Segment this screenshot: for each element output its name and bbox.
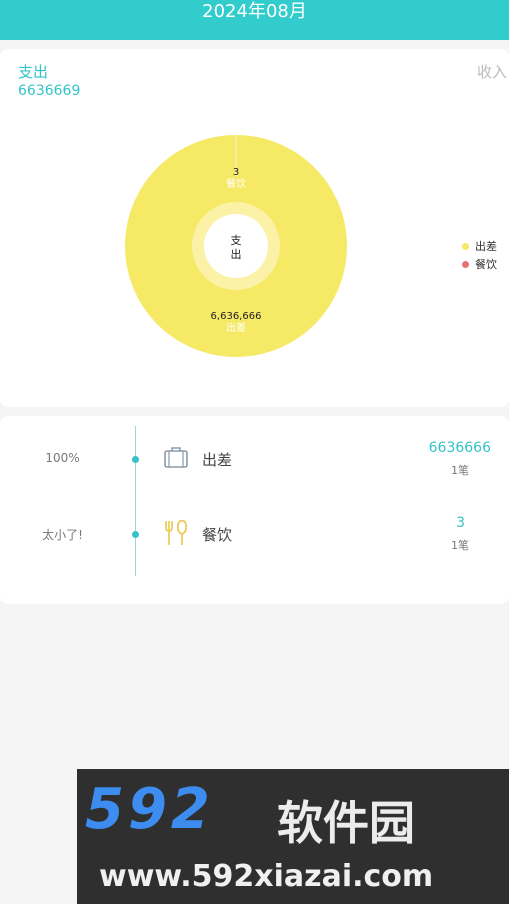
category-list-card: 100% 出差 6636666 1笔 太小了! 餐饮 3 1笔 xyxy=(0,416,509,604)
list-item[interactable]: 100% 出差 6636666 1笔 xyxy=(0,438,509,478)
chart-card: 支出 6636669 收入 支 出 3 餐饮 6,636,666 出差 出差 餐… xyxy=(0,49,509,407)
donut-chart: 支 出 3 餐饮 6,636,666 出差 xyxy=(125,135,347,357)
category-name: 出差 xyxy=(202,451,233,469)
suitcase-icon xyxy=(164,447,188,468)
list-item[interactable]: 太小了! 餐饮 3 1笔 xyxy=(0,513,509,553)
legend-dot-icon xyxy=(462,242,469,250)
legend-label: 出差 xyxy=(475,240,497,253)
slice-label-chuchai: 出差 xyxy=(226,321,246,334)
category-amount: 3 xyxy=(456,515,465,531)
category-count: 1笔 xyxy=(451,539,469,552)
slice-label-canyin: 餐饮 xyxy=(226,177,246,190)
legend-item-canyin[interactable]: 餐饮 xyxy=(462,255,497,273)
utensils-icon xyxy=(165,520,187,545)
legend-label: 餐饮 xyxy=(475,258,497,271)
watermark-banner: 592 软件园 www.592xiazai.com xyxy=(77,769,509,904)
timeline-dot xyxy=(132,456,139,463)
center-label-2: 出 xyxy=(231,247,242,261)
watermark-logo: 592 xyxy=(85,777,214,842)
center-label-1: 支 xyxy=(231,234,242,247)
chart-legend: 出差 餐饮 xyxy=(462,237,497,273)
category-amount: 6636666 xyxy=(428,440,491,456)
category-count: 1笔 xyxy=(451,464,469,477)
percent-label: 太小了! xyxy=(42,528,83,542)
slice-value-chuchai: 6,636,666 xyxy=(211,311,262,322)
watermark-url: www.592xiazai.com xyxy=(99,859,434,894)
percent-label: 100% xyxy=(45,451,80,465)
legend-dot-icon xyxy=(462,260,469,268)
legend-item-chuchai[interactable]: 出差 xyxy=(462,237,497,255)
app-header: 2024年08月 xyxy=(0,0,509,40)
month-title[interactable]: 2024年08月 xyxy=(202,0,307,23)
watermark-cn: 软件园 xyxy=(277,796,415,850)
slice-value-canyin: 3 xyxy=(233,167,239,178)
timeline-dot xyxy=(132,531,139,538)
category-name: 餐饮 xyxy=(202,526,233,544)
